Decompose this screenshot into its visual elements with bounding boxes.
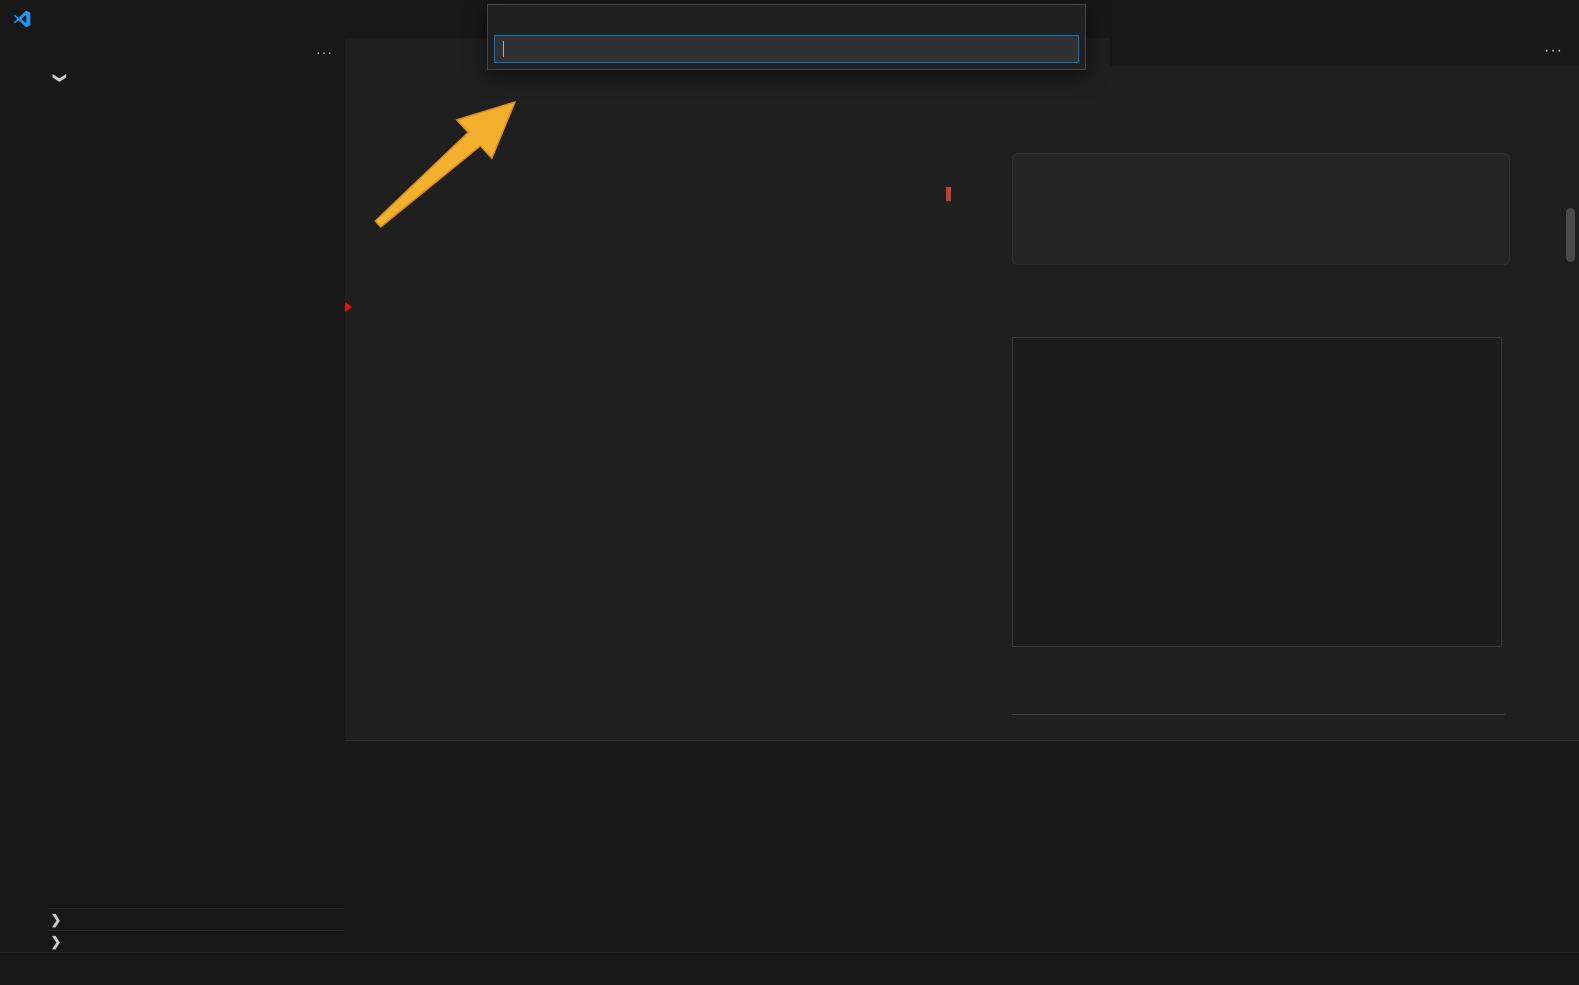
vscode-logo-icon bbox=[12, 9, 32, 29]
embedded-screenshot-image bbox=[1012, 337, 1502, 647]
preview-scrollbar-thumb[interactable] bbox=[1566, 208, 1575, 262]
status-bar bbox=[0, 952, 1579, 985]
workspace-root-row[interactable]: ❯ bbox=[48, 66, 345, 89]
panel bbox=[345, 740, 1579, 953]
preview-editor-group: ··· bbox=[958, 38, 1579, 740]
outline-section[interactable]: ❯ bbox=[48, 908, 344, 931]
interpreter-quickpick bbox=[487, 4, 1086, 70]
gutter-red-marker bbox=[345, 302, 352, 312]
code-editor[interactable] bbox=[345, 90, 945, 740]
chevron-down-icon: ❯ bbox=[52, 70, 68, 86]
editor-more-actions-icon[interactable]: ··· bbox=[1544, 42, 1563, 60]
timeline-section[interactable]: ❯ bbox=[48, 930, 344, 952]
activity-bar bbox=[0, 38, 49, 952]
chevron-right-icon: ❯ bbox=[48, 912, 64, 928]
sidebar-more-actions-icon[interactable]: ··· bbox=[316, 44, 333, 60]
chevron-right-icon: ❯ bbox=[48, 934, 64, 950]
text-cursor bbox=[503, 41, 504, 57]
explorer-sidebar: ··· ❯ ❯ ❯ bbox=[48, 38, 346, 952]
vscode-window: ··· ❯ ❯ ❯ bbox=[0, 0, 1579, 984]
heading-divider bbox=[1012, 714, 1505, 715]
sidebar-header: ··· bbox=[48, 38, 345, 66]
overview-ruler-marker bbox=[946, 187, 951, 201]
markdown-preview[interactable] bbox=[958, 66, 1579, 740]
tab-executor-py[interactable] bbox=[345, 38, 508, 66]
interpreter-search-input[interactable] bbox=[494, 35, 1079, 63]
settings-json-code-block bbox=[1012, 153, 1510, 265]
editor-group bbox=[345, 38, 959, 740]
quickpick-title-bar bbox=[488, 5, 1085, 31]
